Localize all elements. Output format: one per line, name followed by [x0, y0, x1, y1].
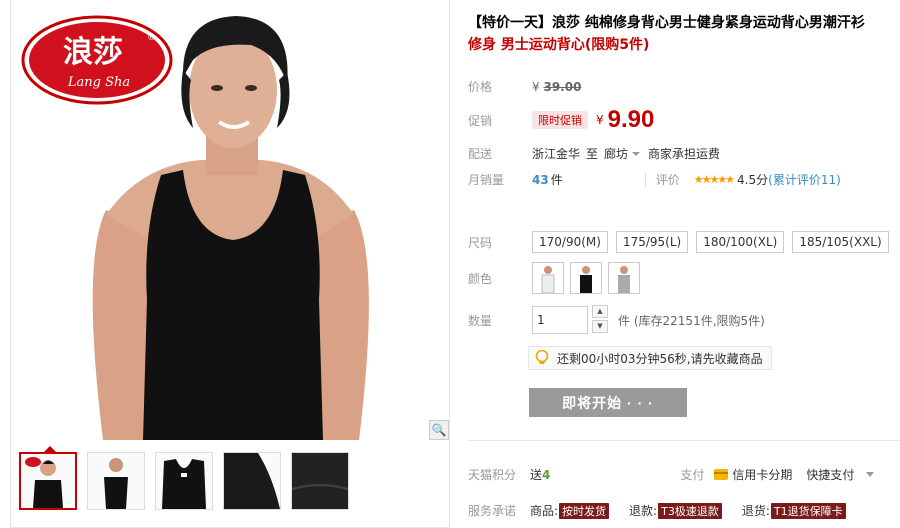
- payment-label: 支付: [680, 468, 705, 482]
- currency-symbol: ¥: [532, 79, 540, 94]
- sales-count: 43: [532, 172, 549, 187]
- color-swatch-image: [618, 266, 630, 293]
- promise-refund[interactable]: 退款: T3极速退款: [629, 502, 722, 519]
- promise-tag: T3极速退款: [658, 502, 722, 519]
- color-swatch-image: [580, 266, 592, 293]
- unit-text: 件: [618, 313, 631, 328]
- promise-prefix: 退货:: [741, 504, 770, 518]
- ship-from: 浙江金华: [532, 147, 581, 161]
- thumbnail-3[interactable]: [155, 452, 213, 510]
- size-option-m[interactable]: 170/90(M): [532, 231, 608, 253]
- color-option-white[interactable]: [532, 262, 564, 294]
- promise-label: 服务承诺: [468, 504, 517, 518]
- promo-price: 9.90: [607, 106, 655, 133]
- product-title: 【特价一天】浪莎 纯棉修身背心男士健身紧身运动背心男潮汗衫: [468, 15, 865, 31]
- quick-pay[interactable]: 快捷支付: [806, 466, 854, 483]
- size-option-l[interactable]: 175/95(L): [615, 231, 689, 253]
- quantity-row: 数量 ▲ ▼ 件 (库存22151件,限购5件): [468, 305, 765, 335]
- thumbnail-4[interactable]: [223, 452, 281, 510]
- thumb-image: [162, 459, 206, 509]
- section-divider: [468, 440, 900, 441]
- decrease-button[interactable]: ▼: [592, 320, 608, 333]
- sales-row: 月销量 43 件 评价 ★★★★★ 4.5分 (累计评价11): [468, 171, 888, 188]
- points-label: 天猫积分: [468, 468, 517, 482]
- size-row: 尺码 170/90(M) 175/95(L) 180/100(XL) 185/1…: [468, 231, 897, 253]
- thumb-image: [25, 457, 63, 508]
- countdown-text: 还剩00小时03分钟56秒,请先收藏商品: [557, 351, 763, 366]
- service-promise-row: 服务承诺 商品: 按时发货 退款: T3极速退款 退货: T1退货保障卡: [468, 502, 866, 519]
- credit-installment[interactable]: 信用卡分期: [732, 466, 792, 483]
- divider: [644, 172, 646, 187]
- color-option-black[interactable]: [570, 262, 602, 294]
- promise-tag: 按时发货: [559, 502, 610, 519]
- thumb-image: [292, 453, 348, 509]
- stock-note: (库存22151件,限购5件): [633, 313, 765, 328]
- chevron-down-icon[interactable]: [632, 150, 641, 158]
- thumb-image: [224, 453, 280, 509]
- color-row: 颜色: [468, 262, 646, 294]
- svg-text:浪莎: 浪莎: [63, 35, 123, 70]
- color-label: 颜色: [468, 271, 493, 286]
- original-price-value: 39.00: [543, 79, 582, 94]
- promise-shipping[interactable]: 商品: 按时发货: [530, 502, 610, 519]
- size-label: 尺码: [468, 235, 493, 250]
- size-option-xl[interactable]: 180/100(XL): [696, 231, 785, 253]
- ship-to-word: 至: [586, 147, 599, 161]
- points-payment-row: 天猫积分 送 4 支付 信用卡分期 快捷支付: [468, 466, 900, 483]
- lightbulb-icon: [535, 350, 549, 364]
- promise-return[interactable]: 退货: T1退货保障卡: [742, 502, 846, 519]
- promise-prefix: 商品:: [530, 504, 559, 518]
- product-title-block: 【特价一天】浪莎 纯棉修身背心男士健身紧身运动背心男潮汗衫 修身 男士运动背心(…: [468, 12, 888, 56]
- quantity-input[interactable]: [532, 306, 588, 334]
- ship-destination[interactable]: 廊坊: [604, 145, 628, 162]
- shipping-fee: 商家承担运费: [648, 147, 721, 161]
- promo-currency: ¥: [596, 113, 604, 127]
- sales-unit: 件: [550, 173, 563, 187]
- start-soon-button[interactable]: 即将开始 · · ·: [529, 388, 687, 417]
- quantity-stepper: ▲ ▼: [592, 305, 608, 335]
- color-swatch-image: [541, 266, 555, 293]
- increase-button[interactable]: ▲: [592, 305, 608, 318]
- size-option-xxl[interactable]: 185/105(XXL): [792, 231, 889, 253]
- rating-score: 4.5分: [737, 173, 769, 187]
- price-row: 价格 ¥ 39.00: [468, 78, 581, 95]
- shipping-label: 配送: [468, 147, 493, 161]
- points-give: 送: [530, 468, 543, 482]
- promise-prefix: 退款:: [629, 504, 658, 518]
- zoom-icon[interactable]: 🔍: [429, 420, 449, 440]
- product-gallery: 浪莎 ® Lang Sha 🔍: [10, 0, 450, 528]
- promo-label: 促销: [468, 113, 493, 128]
- thumbnail-strip: [19, 452, 349, 510]
- promo-row: 促销 限时促销 ¥ 9.90: [468, 106, 654, 134]
- quantity-label: 数量: [468, 313, 493, 328]
- price-label: 价格: [468, 80, 493, 94]
- brand-logo: 浪莎 ® Lang Sha: [21, 15, 173, 105]
- star-rating-icon: ★★★★★: [693, 173, 735, 186]
- promo-badge: 限时促销: [532, 111, 588, 129]
- thumbnail-2[interactable]: [87, 452, 145, 510]
- shipping-row: 配送 浙江金华 至 廊坊 商家承担运费: [468, 145, 720, 162]
- chevron-down-icon[interactable]: [866, 472, 875, 477]
- thumbnail-1[interactable]: [19, 452, 77, 510]
- rating-label: 评价: [655, 173, 680, 187]
- review-count-link[interactable]: (累计评价11): [768, 171, 841, 188]
- quantity-unit: 件 (库存22151件,限购5件): [618, 312, 765, 329]
- countdown-notice: 还剩00小时03分钟56秒,请先收藏商品: [528, 346, 772, 370]
- main-product-image[interactable]: 浪莎 ® Lang Sha 🔍: [11, 0, 449, 440]
- thumb-image: [104, 458, 128, 509]
- promise-tag: T1退货保障卡: [770, 502, 846, 519]
- points-value: 4: [542, 467, 551, 482]
- credit-card-icon: [714, 469, 729, 480]
- product-subtitle: 修身 男士运动背心(限购5件): [468, 37, 650, 53]
- svg-text:Lang Sha: Lang Sha: [67, 75, 130, 90]
- color-option-gray[interactable]: [608, 262, 640, 294]
- svg-text:®: ®: [147, 33, 156, 43]
- original-price: ¥ 39.00: [532, 80, 581, 94]
- thumbnail-5[interactable]: [291, 452, 349, 510]
- sales-label: 月销量: [468, 173, 505, 187]
